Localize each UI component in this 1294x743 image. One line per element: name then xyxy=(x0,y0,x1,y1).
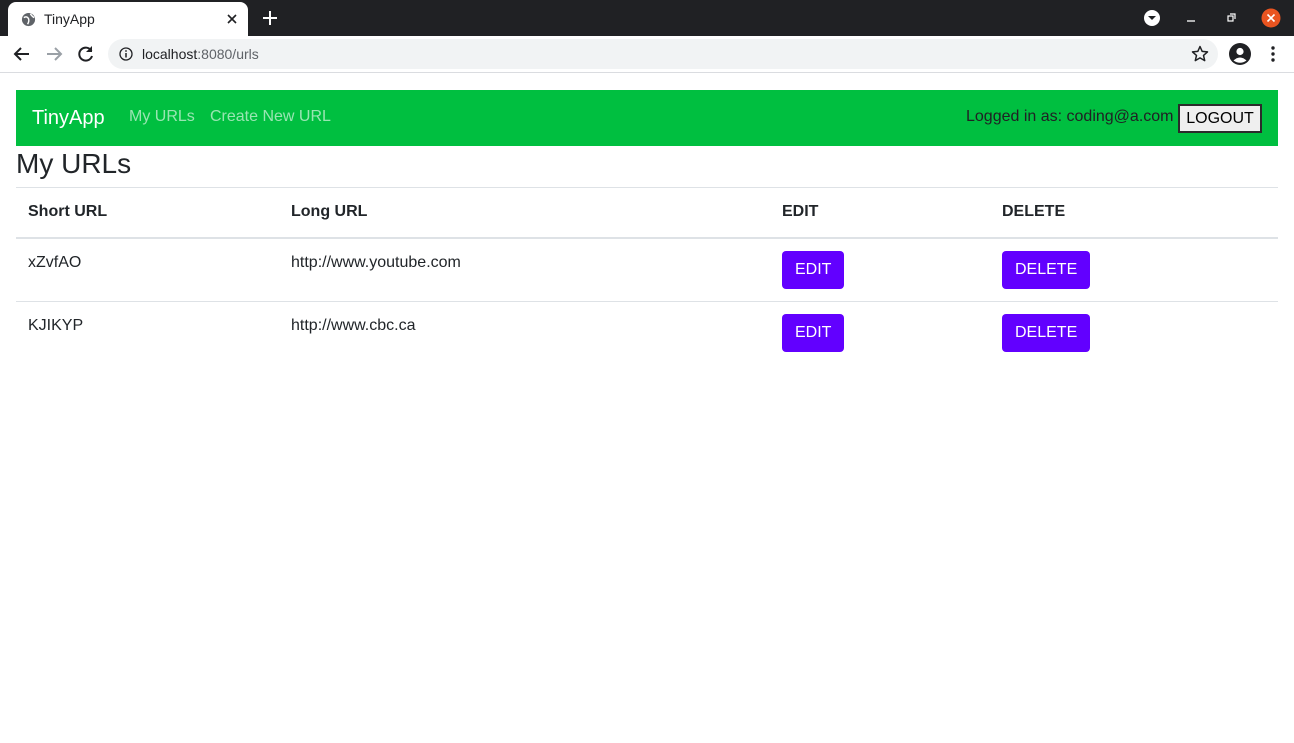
more-menu-icon[interactable] xyxy=(1264,44,1282,64)
address-bar[interactable]: localhost:8080/urls xyxy=(108,39,1218,69)
column-header-short-url: Short URL xyxy=(16,187,279,239)
delete-cell: DELETE xyxy=(990,238,1278,302)
column-header-delete: DELETE xyxy=(990,187,1278,239)
browser-tab[interactable]: TinyApp xyxy=(8,2,248,36)
close-window-icon[interactable] xyxy=(1261,8,1281,28)
browser-toolbar: localhost:8080/urls xyxy=(0,36,1294,73)
minimize-icon[interactable] xyxy=(1181,8,1201,28)
long-url-cell: http://www.cbc.ca xyxy=(279,300,770,364)
edit-cell: EDIT xyxy=(770,238,990,302)
edit-cell: EDIT xyxy=(770,300,990,364)
brand-link[interactable]: TinyApp xyxy=(32,107,105,130)
restore-icon[interactable] xyxy=(1221,8,1241,28)
long-url-cell: http://www.youtube.com xyxy=(291,253,461,271)
back-arrow-icon[interactable] xyxy=(12,44,32,64)
column-header-long-url: Long URL xyxy=(279,187,770,239)
page-content: TinyApp My URLs Create New URL Logged in… xyxy=(0,74,1294,743)
nav-link-my-urls[interactable]: My URLs xyxy=(129,108,195,126)
app-navbar: TinyApp My URLs Create New URL Logged in… xyxy=(16,90,1278,146)
address-url: localhost:8080/urls xyxy=(142,46,259,62)
info-icon[interactable] xyxy=(119,47,133,61)
nav-link-create-new-url[interactable]: Create New URL xyxy=(210,108,331,126)
close-tab-icon[interactable] xyxy=(224,11,240,27)
reload-icon[interactable] xyxy=(76,44,96,64)
table-row: xZvfAO http://www.youtube.com EDIT DELET… xyxy=(16,238,1278,302)
new-tab-icon[interactable] xyxy=(260,8,280,28)
short-url-cell: xZvfAO xyxy=(28,253,82,271)
logout-button[interactable]: LOGOUT xyxy=(1178,104,1262,133)
tab-title: TinyApp xyxy=(44,11,95,27)
urls-table: Short URL Long URL EDIT DELETE xZvfAO ht… xyxy=(16,187,1278,364)
bookmark-star-icon[interactable] xyxy=(1190,44,1210,64)
delete-button[interactable]: DELETE xyxy=(1002,313,1091,352)
table-header-row: Short URL Long URL EDIT DELETE xyxy=(16,187,1278,239)
edit-button[interactable]: EDIT xyxy=(782,313,845,352)
short-url-cell: KJIKYP xyxy=(16,300,279,364)
column-header-edit: EDIT xyxy=(770,187,990,239)
forward-arrow-icon[interactable] xyxy=(44,44,64,64)
table-row: KJIKYP http://www.cbc.ca EDIT DELETE xyxy=(16,300,1278,364)
logged-in-status: Logged in as: coding@a.com xyxy=(966,108,1174,125)
tab-search-icon[interactable] xyxy=(1142,8,1162,28)
profile-avatar-icon[interactable] xyxy=(1228,42,1252,66)
globe-icon xyxy=(21,12,36,27)
browser-titlebar: TinyApp xyxy=(0,0,1294,36)
delete-button[interactable]: DELETE xyxy=(1002,250,1091,289)
delete-cell: DELETE xyxy=(990,300,1278,364)
page-title: My URLs xyxy=(16,148,132,179)
edit-button[interactable]: EDIT xyxy=(782,250,845,289)
